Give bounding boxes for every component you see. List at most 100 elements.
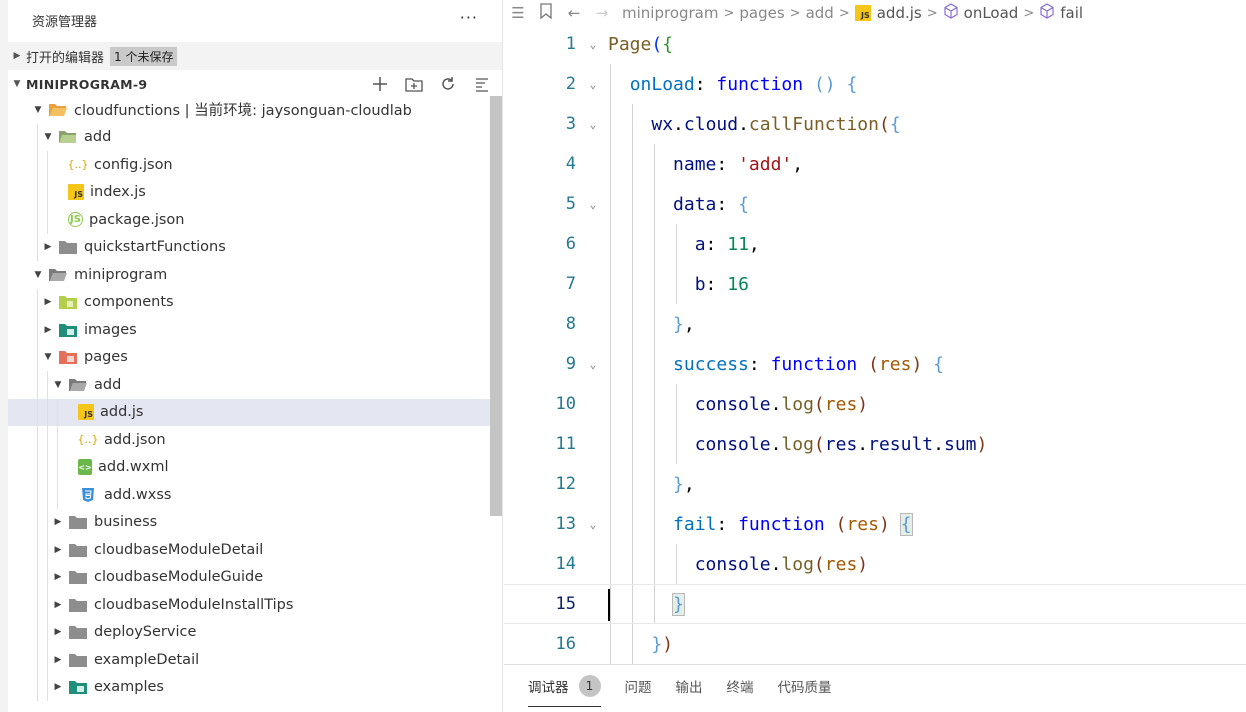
fold-chevron-icon[interactable]: ⌄ (578, 517, 608, 531)
code-line[interactable]: 3 ⌄ wx.cloud.callFunction({ (504, 104, 1246, 144)
tree-item-cloudfunctions[interactable]: ▼ cloudfunctions | 当前环境: jaysonguan-clou… (8, 96, 490, 124)
new-file-icon[interactable] (368, 73, 392, 95)
tree-item-label: cloudbaseModuleInstallTips (94, 596, 294, 613)
fold-chevron-icon[interactable]: ⌄ (578, 117, 608, 131)
tree-item-add-page[interactable]: ▼ add (8, 371, 490, 399)
breadcrumb-item[interactable]: add (806, 4, 834, 22)
chevron-right-icon: ▶ (44, 242, 52, 253)
code-text: onLoad: function () { (629, 73, 858, 95)
code-line[interactable]: 11 console.log(res.result.sum) (504, 424, 1246, 464)
code-line[interactable]: 4 name: 'add', (504, 144, 1246, 184)
indent-guide (632, 544, 633, 584)
code-line[interactable]: 13 ⌄ fail: function (res) { (504, 504, 1246, 544)
tab-debugger[interactable]: 调试器 1 (528, 665, 601, 707)
forward-arrow-icon[interactable]: → (588, 4, 616, 22)
tree-item-add-cloud[interactable]: ▼ add (8, 123, 490, 151)
tab-terminal[interactable]: 终端 (727, 665, 754, 707)
tab-output[interactable]: 输出 (676, 665, 703, 707)
indent-guide (654, 264, 655, 304)
open-editors-section[interactable]: ▶ 打开的编辑器 1 个未保存 (8, 42, 502, 70)
breadcrumb-item[interactable]: onLoad (964, 4, 1019, 22)
chevron-down-icon: ▼ (34, 269, 42, 280)
indent-guide (610, 544, 611, 584)
code-lines[interactable]: 1 ⌄ Page({ 2 ⌄ onLoad: function () { 3 ⌄… (504, 24, 1246, 664)
tab-problems[interactable]: 问题 (625, 665, 652, 707)
indent-guide (37, 343, 38, 371)
bookmark-icon[interactable] (532, 3, 560, 23)
code-line[interactable]: 14 console.log(res) (504, 544, 1246, 584)
code-editor[interactable]: ☰ ← → miniprogram > pages > add > JS add… (504, 0, 1246, 664)
code-line[interactable]: 10 console.log(res) (504, 384, 1246, 424)
breadcrumb-item[interactable]: miniprogram (622, 4, 718, 22)
tree-item-package-json[interactable]: JS package.json (8, 206, 490, 234)
code-line[interactable]: 7 b: 16 (504, 264, 1246, 304)
indent-guide (37, 288, 38, 316)
code-line[interactable]: 12 }, (504, 464, 1246, 504)
tree-item-label: package.json (89, 211, 185, 228)
indent-guide (632, 264, 633, 304)
fold-chevron-icon[interactable]: ⌄ (578, 77, 608, 91)
line-number: 6 (565, 234, 576, 254)
indent-guide (654, 384, 655, 424)
tree-item-exampledetail[interactable]: ▶ exampleDetail (8, 646, 490, 674)
outline-icon[interactable]: ☰ (504, 4, 532, 22)
indent-guide (47, 426, 48, 454)
tab-code-quality[interactable]: 代码质量 (778, 665, 832, 707)
collapse-all-icon[interactable] (470, 73, 494, 95)
tree-item-images[interactable]: ▶ images (8, 316, 490, 344)
fold-chevron-icon[interactable]: ⌄ (578, 357, 608, 371)
code-line[interactable]: 16 }) (504, 624, 1246, 664)
tree-item-pages[interactable]: ▼ pages (8, 343, 490, 371)
tree-item-add-json[interactable]: {..} add.json (8, 426, 490, 454)
indent-guide (654, 585, 655, 623)
fold-chevron-icon[interactable]: ⌄ (578, 197, 608, 211)
code-text: }) (651, 633, 674, 655)
tree-item-index-js[interactable]: JS index.js (8, 178, 490, 206)
tree-item-cloudbasemoduleinstalltips[interactable]: ▶ cloudbaseModuleInstallTips (8, 591, 490, 619)
code-line[interactable]: 1 ⌄ Page({ (504, 24, 1246, 64)
tree-item-quickstartfunctions[interactable]: ▶ quickstartFunctions (8, 233, 490, 261)
tree-item-label: config.json (94, 156, 173, 173)
refresh-icon[interactable] (436, 73, 460, 95)
folder-icon (68, 596, 88, 614)
tree-item-label: cloudbaseModuleGuide (94, 569, 264, 586)
tree-item-cloudbasemoduleguide[interactable]: ▶ cloudbaseModuleGuide (8, 563, 490, 591)
code-line-current[interactable]: 15 } (504, 584, 1246, 624)
fold-chevron-icon[interactable]: ⌄ (578, 37, 608, 51)
tree-item-components[interactable]: ▶ components (8, 288, 490, 316)
tree-item-miniprogram[interactable]: ▼ miniprogram (8, 261, 490, 289)
tree-item-add-wxss[interactable]: add.wxss (8, 481, 490, 509)
new-folder-icon[interactable] (402, 73, 426, 95)
indent-guide (676, 544, 677, 584)
tree-item-label: miniprogram (74, 266, 168, 283)
indent-guide (37, 618, 38, 646)
tree-item-config-json[interactable]: {..} config.json (8, 151, 490, 179)
tree-item-deployservice[interactable]: ▶ deployService (8, 618, 490, 646)
code-line[interactable]: 5 ⌄ data: { (504, 184, 1246, 224)
code-line[interactable]: 8 }, (504, 304, 1246, 344)
breadcrumb-item[interactable]: fail (1060, 4, 1083, 22)
tree-item-label: add.wxss (104, 486, 172, 503)
tab-label: 代码质量 (777, 680, 832, 696)
back-arrow-icon[interactable]: ← (560, 4, 588, 22)
breadcrumb-item[interactable]: add.js (877, 4, 922, 22)
tree-item-cloudbasemoduledetail[interactable]: ▶ cloudbaseModuleDetail (8, 536, 490, 564)
line-number: 4 (565, 154, 576, 174)
code-line[interactable]: 9 ⌄ success: function (res) { (504, 344, 1246, 384)
wxml-icon: <> (78, 459, 92, 476)
tree-item-add-wxml[interactable]: <> add.wxml (8, 453, 490, 481)
indent-guide (632, 344, 633, 384)
tree-item-business[interactable]: ▶ business (8, 508, 490, 536)
breadcrumb-item[interactable]: pages (739, 4, 784, 22)
tree-item-add-js[interactable]: JS add.js (8, 398, 490, 426)
folder-icon (68, 623, 88, 641)
project-section[interactable]: ▼ MINIPROGRAM-9 (8, 70, 502, 98)
code-line[interactable]: 6 a: 11, (504, 224, 1246, 264)
code-line[interactable]: 2 ⌄ onLoad: function () { (504, 64, 1246, 104)
code-text: console.log(res) (694, 553, 869, 575)
more-actions-icon[interactable]: ··· (460, 8, 478, 27)
indent-guide (37, 371, 38, 399)
explorer-scrollbar[interactable] (490, 96, 502, 516)
code-text: console.log(res.result.sum) (694, 433, 988, 455)
tree-item-examples[interactable]: ▶ examples (8, 673, 490, 701)
